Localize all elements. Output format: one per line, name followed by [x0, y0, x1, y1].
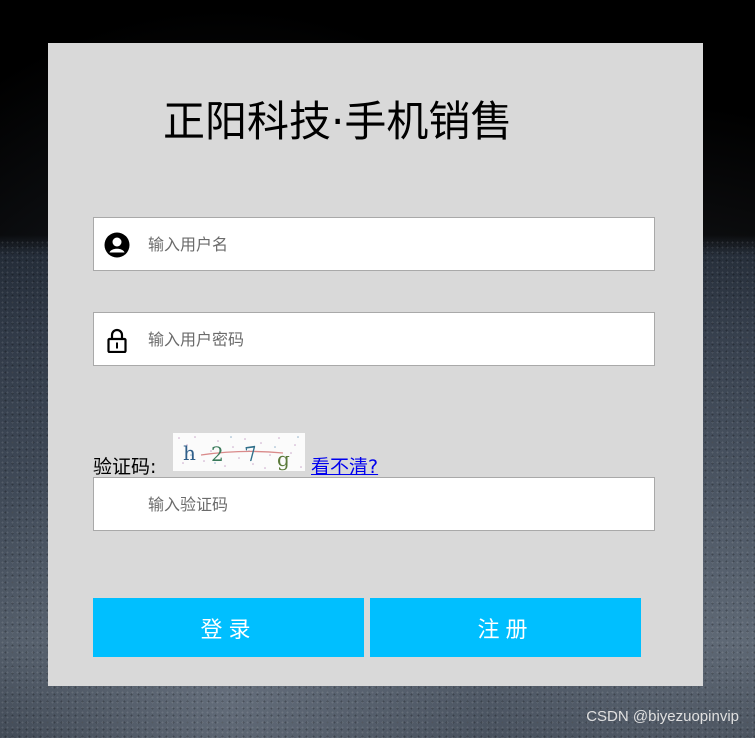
username-input[interactable]	[148, 218, 638, 270]
watermark: CSDN @biyezuopinvip	[586, 708, 739, 725]
login-button[interactable]: 登录	[93, 598, 364, 657]
password-field[interactable]	[93, 312, 655, 366]
svg-text:2: 2	[211, 442, 224, 466]
captcha-row: 验证码: h 2 7 g 看不清?	[93, 431, 493, 478]
username-field[interactable]	[93, 217, 655, 271]
page-title: 正阳科技·手机销售	[163, 97, 513, 146]
user-icon	[104, 232, 130, 258]
captcha-input[interactable]	[148, 478, 638, 530]
captcha-field[interactable]	[93, 477, 655, 531]
register-button[interactable]: 注册	[370, 598, 641, 657]
captcha-refresh-link[interactable]: 看不清?	[311, 452, 378, 479]
captcha-label: 验证码:	[93, 456, 157, 478]
captcha-image[interactable]: h 2 7 g	[173, 433, 305, 471]
svg-text:h: h	[183, 441, 196, 465]
password-input[interactable]	[148, 313, 638, 365]
lock-icon	[104, 327, 130, 354]
svg-text:g: g	[277, 447, 290, 471]
login-panel: 正阳科技·手机销售 验证码:	[48, 43, 703, 686]
